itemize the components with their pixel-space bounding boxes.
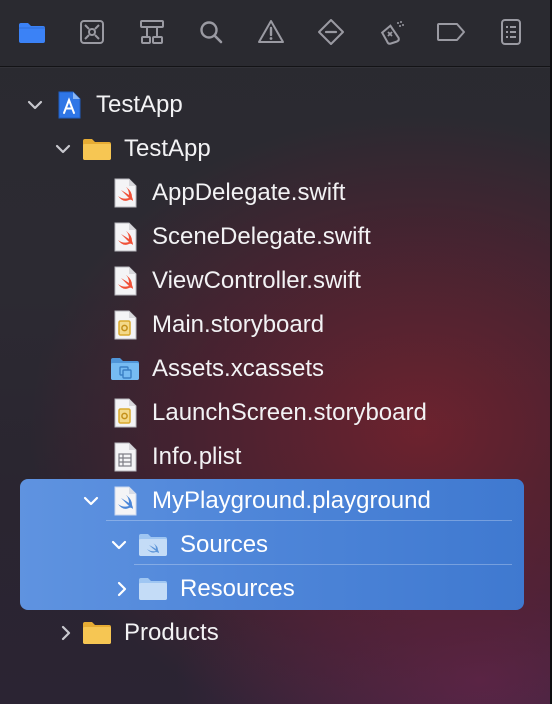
- tree-row-file[interactable]: ViewController.swift: [0, 259, 550, 303]
- sources-folder-icon: [138, 530, 168, 560]
- tree-row-label: MyPlayground.playground: [152, 487, 431, 514]
- project-navigator-tree: TestApp TestApp AppDelegate.swift SceneD…: [0, 0, 550, 704]
- storyboard-file-icon: [110, 398, 140, 428]
- tree-row-file[interactable]: SceneDelegate.swift: [0, 215, 550, 259]
- folder-icon: [138, 574, 168, 604]
- tree-row-file[interactable]: Info.plist: [0, 435, 550, 479]
- tree-row-file[interactable]: Assets.xcassets: [0, 347, 550, 391]
- tree-row-label: Products: [124, 619, 219, 646]
- chevron-down-icon[interactable]: [81, 491, 101, 511]
- tree-row-label: Resources: [180, 575, 295, 602]
- tree-row-playground[interactable]: MyPlayground.playground: [0, 479, 550, 523]
- tree-row-project[interactable]: TestApp: [0, 83, 550, 127]
- folder-icon: [82, 134, 112, 164]
- tree-row-resources[interactable]: Resources: [0, 567, 550, 611]
- plist-file-icon: [110, 442, 140, 472]
- tree-row-file[interactable]: LaunchScreen.storyboard: [0, 391, 550, 435]
- tree-row-file[interactable]: AppDelegate.swift: [0, 171, 550, 215]
- chevron-down-icon[interactable]: [109, 535, 129, 555]
- tree-row-group[interactable]: TestApp: [0, 127, 550, 171]
- tree-row-label: TestApp: [124, 135, 211, 162]
- storyboard-file-icon: [110, 310, 140, 340]
- tree-row-label: SceneDelegate.swift: [152, 223, 371, 250]
- swift-file-icon: [110, 222, 140, 252]
- swift-file-icon: [110, 266, 140, 296]
- asset-catalog-icon: [110, 354, 140, 384]
- tree-row-label: Sources: [180, 531, 269, 558]
- tree-row-label: Assets.xcassets: [152, 355, 325, 382]
- playground-file-icon: [110, 486, 140, 516]
- tree-row-label: Info.plist: [152, 443, 242, 470]
- tree-row-label: Main.storyboard: [152, 311, 325, 338]
- chevron-down-icon[interactable]: [53, 139, 73, 159]
- tree-row-products[interactable]: Products: [0, 611, 550, 655]
- swift-file-icon: [110, 178, 140, 208]
- tree-row-file[interactable]: Main.storyboard: [0, 303, 550, 347]
- folder-icon: [82, 618, 112, 648]
- chevron-down-icon[interactable]: [25, 95, 45, 115]
- tree-row-sources[interactable]: Sources: [0, 523, 550, 567]
- tree-row-label: ViewController.swift: [152, 267, 361, 294]
- chevron-right-icon[interactable]: [112, 579, 132, 599]
- chevron-right-icon[interactable]: [56, 623, 76, 643]
- tree-row-label: TestApp: [96, 91, 183, 118]
- tree-row-label: LaunchScreen.storyboard: [152, 399, 427, 426]
- tree-row-label: AppDelegate.swift: [152, 179, 346, 206]
- xcode-project-icon: [54, 90, 84, 120]
